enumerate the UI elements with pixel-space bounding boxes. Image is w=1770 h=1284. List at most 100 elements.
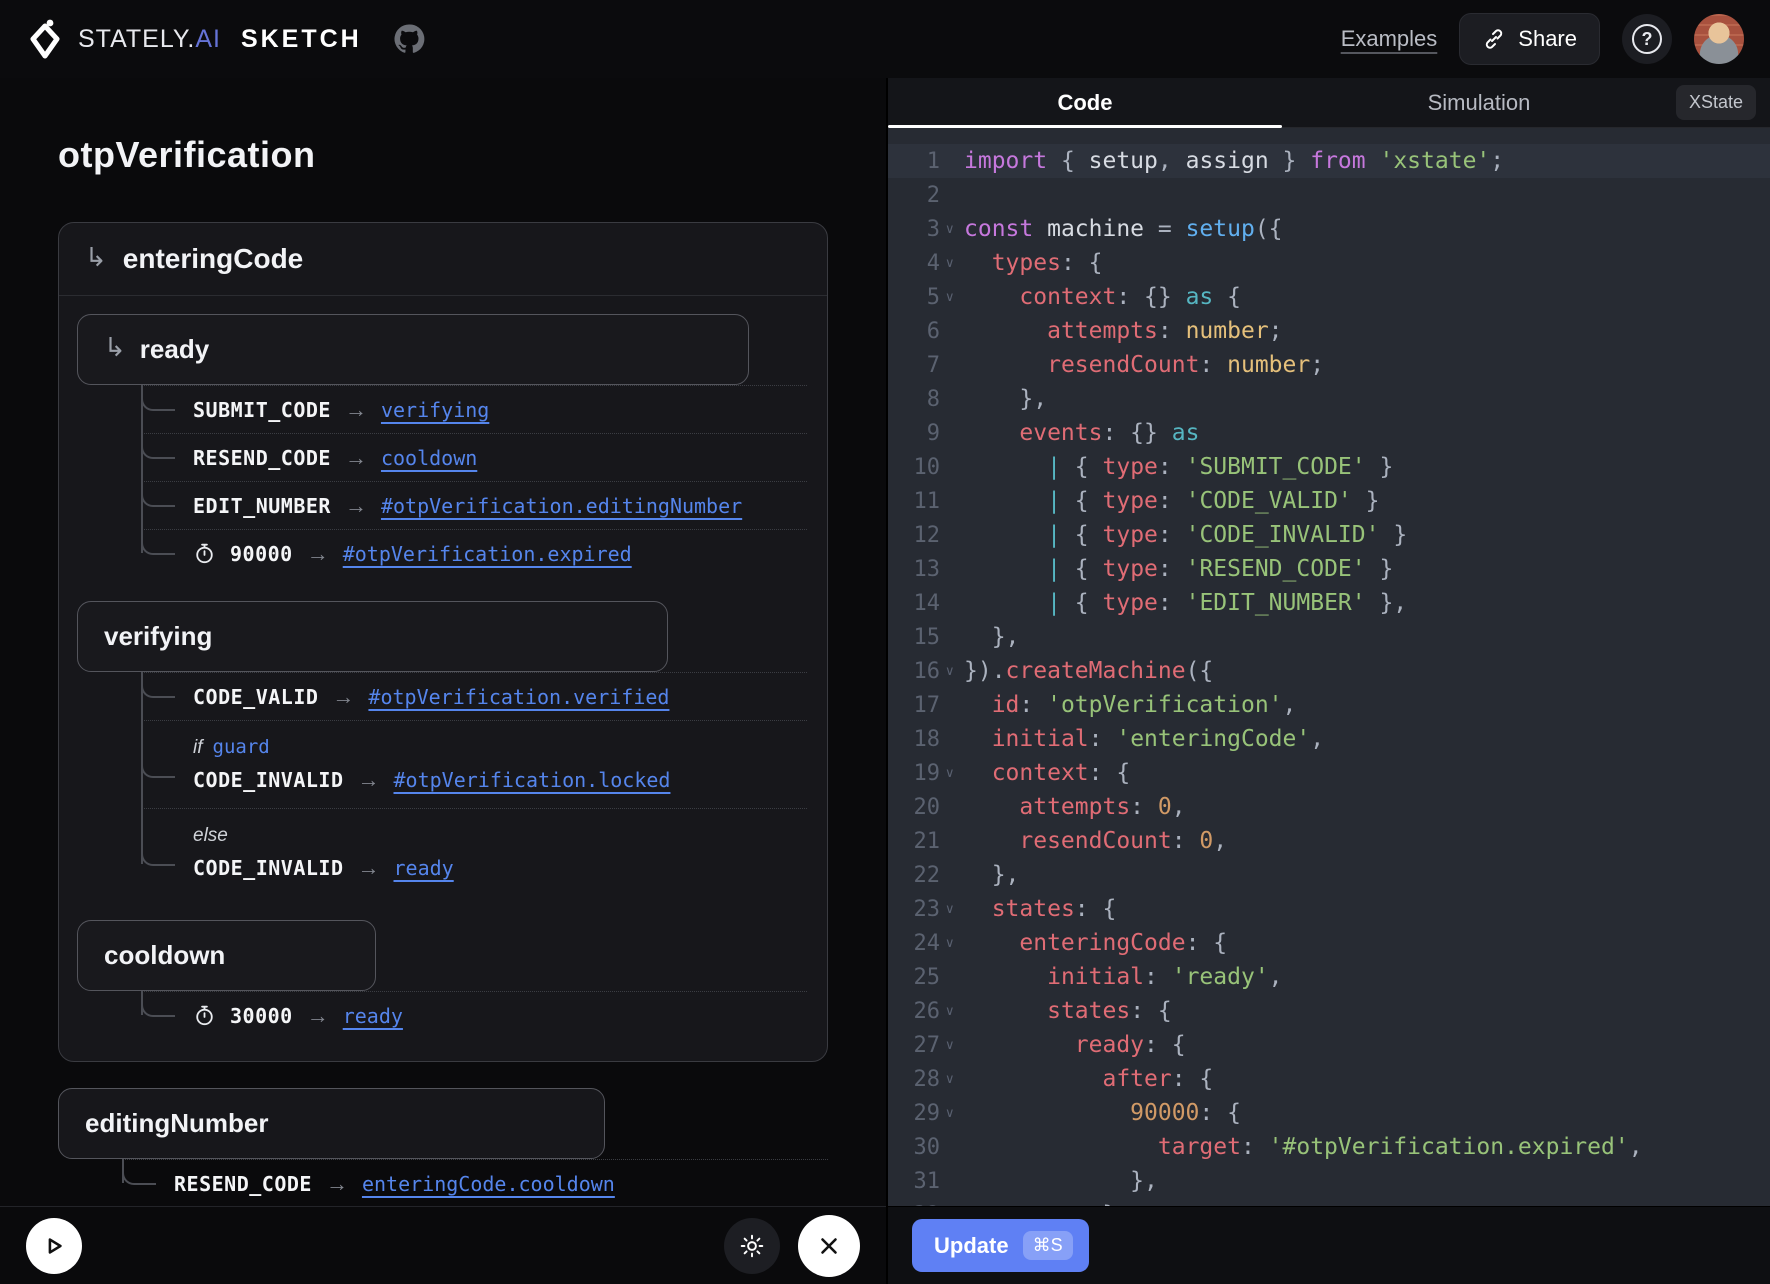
help-button[interactable]: ? [1622,14,1672,64]
close-button[interactable] [798,1215,860,1277]
transition-target-link[interactable]: #otpVerification.verified [368,685,669,709]
fold-toggle-icon[interactable]: ∨ [940,1003,964,1019]
transition-event: SUBMIT_CODE [193,398,331,422]
transition-target-link[interactable]: enteringCode.cooldown [362,1172,615,1196]
fold-toggle-icon[interactable]: ∨ [940,289,964,305]
line-number: 11 [888,489,940,514]
theme-toggle-button[interactable] [724,1218,780,1274]
fold-toggle-icon[interactable]: ∨ [940,1037,964,1053]
code-line: 24∨ enteringCode: { [888,926,1770,960]
code-text: attempts: number; [964,314,1283,348]
transition-row: CODE_VALID→#otpVerification.verified [141,672,807,720]
code-text: ready: { [964,1028,1186,1062]
avatar[interactable] [1694,14,1744,64]
code-line: 25 initial: 'ready', [888,960,1770,994]
line-number: 29 [888,1101,940,1126]
code-line: 27∨ ready: { [888,1028,1770,1062]
line-number: 25 [888,965,940,990]
fold-toggle-icon[interactable]: ∨ [940,935,964,951]
arrow-icon: → [358,767,380,793]
state-box-ready[interactable]: ↳ready [77,314,749,385]
line-number: 31 [888,1169,940,1194]
line-number: 1 [888,149,940,174]
transition-event: CODE_VALID [193,685,318,709]
arrow-icon: → [345,397,367,423]
app-name: SKETCH [241,25,362,54]
code-line: 11 | { type: 'CODE_VALID' } [888,484,1770,518]
line-number: 6 [888,319,940,344]
question-icon: ? [1632,24,1662,54]
line-number: 5 [888,285,940,310]
line-number: 30 [888,1135,940,1160]
transition-row: 90000→#otpVerification.expired [141,529,807,577]
state-group-header[interactable]: ↳enteringCode [59,223,827,296]
transition-target-link[interactable]: verifying [381,398,489,422]
canvas-toolbar [0,1206,886,1284]
transition-list: SUBMIT_CODE→verifyingRESEND_CODE→cooldow… [141,385,807,577]
code-text: attempts: 0, [964,790,1186,824]
state-box-editingNumber[interactable]: editingNumber [58,1088,605,1159]
transition-target-link[interactable]: #otpVerification.locked [394,768,671,792]
code-text: | { type: 'RESEND_CODE' } [964,552,1393,586]
code-editor[interactable]: 1import { setup, assign } from 'xstate';… [888,128,1770,1206]
code-line: 20 attempts: 0, [888,790,1770,824]
transition-target-link[interactable]: ready [343,1004,403,1028]
state-machine-diagram: otpVerification ↳enteringCode↳readySUBMI… [0,78,886,1206]
transition-target-link[interactable]: ready [394,856,454,880]
code-line: 19∨ context: { [888,756,1770,790]
code-line: 5∨ context: {} as { [888,280,1770,314]
state-ready: ↳readySUBMIT_CODE→verifyingRESEND_CODE→c… [77,314,807,577]
transition-line: EDIT_NUMBER→#otpVerification.editingNumb… [193,493,807,519]
line-number: 27 [888,1033,940,1058]
code-panel: Code Simulation XState 1import { setup, … [888,78,1770,1284]
editor-tabs: Code Simulation XState [888,78,1770,128]
transition-target-link[interactable]: #otpVerification.editingNumber [381,494,742,518]
code-line: 28∨ after: { [888,1062,1770,1096]
fold-toggle-icon[interactable]: ∨ [940,255,964,271]
code-line: 22 }, [888,858,1770,892]
sketch-canvas[interactable]: otpVerification ↳enteringCode↳readySUBMI… [0,78,888,1284]
code-text: resendCount: number; [964,348,1324,382]
examples-link[interactable]: Examples [1341,26,1438,52]
code-line: 21 resendCount: 0, [888,824,1770,858]
line-number: 8 [888,387,940,412]
transition-target-link[interactable]: #otpVerification.expired [343,542,632,566]
code-line: 30 target: '#otpVerification.expired', [888,1130,1770,1164]
github-icon[interactable] [392,22,426,56]
line-number: 2 [888,183,940,208]
state-box-cooldown[interactable]: cooldown [77,920,376,991]
code-line: 29∨ 90000: { [888,1096,1770,1130]
fold-toggle-icon[interactable]: ∨ [940,1105,964,1121]
code-line: 16∨}).createMachine({ [888,654,1770,688]
transition-line: 30000→ready [193,1003,807,1029]
state-group-body: ↳readySUBMIT_CODE→verifyingRESEND_CODE→c… [59,296,827,1061]
transition-line: CODE_INVALID→ready [193,855,807,881]
code-line: 32 }, [888,1198,1770,1206]
code-line: 18 initial: 'enteringCode', [888,722,1770,756]
code-line: 8 }, [888,382,1770,416]
transition-row: SUBMIT_CODE → verifying [141,385,807,433]
share-button[interactable]: Share [1459,13,1600,65]
transition-target-link[interactable]: cooldown [381,446,477,470]
line-number: 4 [888,251,940,276]
fold-toggle-icon[interactable]: ∨ [940,901,964,917]
tab-code[interactable]: Code [888,78,1282,127]
arrow-icon: → [345,493,367,519]
code-line: 4∨ types: { [888,246,1770,280]
code-line: 23∨ states: { [888,892,1770,926]
fold-toggle-icon[interactable]: ∨ [940,221,964,237]
transition-event: 90000 [230,542,293,566]
fold-toggle-icon[interactable]: ∨ [940,663,964,679]
fold-toggle-icon[interactable]: ∨ [940,765,964,781]
play-button[interactable] [26,1218,82,1274]
update-button[interactable]: Update ⌘S [912,1219,1089,1272]
play-icon [40,1232,68,1260]
brand-ai: AI [195,25,221,53]
state-box-verifying[interactable]: verifying [77,601,668,672]
code-text: | { type: 'SUBMIT_CODE' } [964,450,1393,484]
tab-simulation[interactable]: Simulation [1282,78,1676,127]
code-text: states: { [964,892,1116,926]
code-text: 90000: { [964,1096,1241,1130]
transition-row: ifguardCODE_INVALID→#otpVerification.loc… [141,720,807,808]
fold-toggle-icon[interactable]: ∨ [940,1071,964,1087]
